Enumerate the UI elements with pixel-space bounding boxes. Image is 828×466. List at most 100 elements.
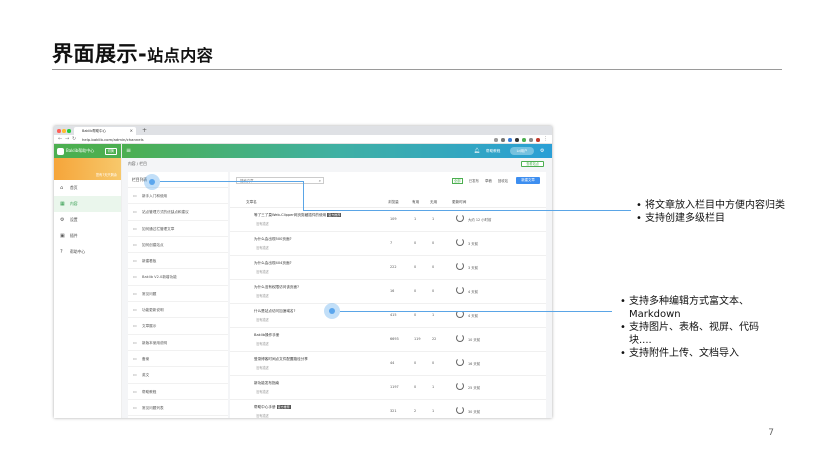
- column-item[interactable]: ▭ 帮助教程: [128, 384, 228, 400]
- filter-all[interactable]: 全部: [451, 178, 463, 184]
- browser-tab[interactable]: Baklib帮助中心 ×: [74, 127, 136, 135]
- sidebar-item-content[interactable]: ▦ 内容: [54, 196, 121, 212]
- column-item[interactable]: ▭ 如何创建站点: [128, 237, 228, 254]
- callout-item: 支持创建多级栏目: [636, 212, 812, 225]
- column-item-label: 新版本使用说明: [142, 340, 168, 345]
- loading-icon: [456, 382, 464, 390]
- column-item[interactable]: ▭ 站点管理方式的优缺点和建议: [128, 204, 228, 221]
- column-item[interactable]: ▭ 如何通过栏管理文章: [128, 221, 228, 237]
- browser-tabbar: Baklib帮助中心 × +: [54, 126, 552, 135]
- browser-menu-icon[interactable]: ⋮: [543, 135, 548, 144]
- view-site-button[interactable]: 查看站点: [521, 161, 544, 167]
- maximize-window-icon[interactable]: [67, 129, 71, 133]
- extension-icon[interactable]: [515, 138, 519, 142]
- trial-banner[interactable]: 您有7天只剩余: [54, 158, 121, 180]
- column-item[interactable]: ▭ 备案: [128, 351, 228, 368]
- sidebar-item-help[interactable]: ? 帮助中心: [54, 244, 121, 260]
- minimize-window-icon[interactable]: [62, 129, 66, 133]
- column-item[interactable]: ▭ 英文: [128, 367, 228, 384]
- profile-avatar[interactable]: [536, 138, 540, 142]
- column-item[interactable]: ▭ 新建看板: [128, 253, 228, 270]
- column-item[interactable]: ▭ 常见问题列表: [128, 400, 228, 417]
- column-item[interactable]: ▭ 文章展示: [128, 318, 228, 335]
- article-useless: 0: [432, 265, 435, 269]
- bell-icon[interactable]: 🔔︎: [474, 144, 480, 158]
- article-title[interactable]: 登录博客时间点文件配置路径分享: [254, 357, 308, 362]
- article-desc: 没有描述: [256, 246, 269, 250]
- column-item-label: 文章展示: [142, 324, 157, 329]
- article-title[interactable]: Baklib操作手册: [254, 333, 279, 338]
- table-row[interactable]: 为什么会出现404页面? 没有描述 222 0 0 3 天前: [230, 256, 546, 280]
- help-link[interactable]: 帮助教程: [486, 144, 500, 158]
- extension-icon[interactable]: [508, 138, 512, 142]
- url-input[interactable]: help.baklib.com/admin/channels: [82, 135, 144, 144]
- article-useless: 1: [432, 385, 435, 389]
- article-views: 415: [390, 313, 397, 317]
- article-useful: 119: [414, 337, 421, 341]
- column-header-views: 浏览量: [388, 200, 399, 204]
- new-article-button[interactable]: 新建文章: [516, 177, 540, 184]
- reload-icon[interactable]: ↻: [72, 135, 76, 144]
- table-row[interactable]: 帮助中心手册 官方推荐 没有描述 321 2 1 30 天前: [230, 400, 546, 418]
- table-row[interactable]: 什么是站点访问加速域名? 没有描述 415 0 1 4 天前: [230, 304, 546, 328]
- sidebar-item-settings[interactable]: ⚙ 设置: [54, 212, 121, 228]
- close-tab-icon[interactable]: ×: [130, 127, 133, 135]
- article-useless: 1: [432, 313, 435, 317]
- new-tab-icon[interactable]: +: [142, 126, 147, 135]
- search-icon[interactable]: ⌕: [319, 178, 321, 184]
- menu-icon[interactable]: ≡: [126, 144, 131, 158]
- sidebar-item-home[interactable]: ⌂ 首页: [54, 180, 121, 196]
- folder-icon: ▭: [133, 355, 137, 361]
- article-title[interactable]: 为什么会出现404页面?: [254, 261, 292, 266]
- column-item[interactable]: ▭ Baklib V2.0新增功能: [128, 269, 228, 286]
- extension-icon[interactable]: [529, 138, 533, 142]
- filter-draft[interactable]: 草稿: [485, 179, 492, 183]
- browser-tab-title: Baklib帮助中心: [82, 129, 106, 133]
- sidebar-item-label: 首页: [70, 185, 78, 190]
- sidebar-item-label: 帮助中心: [70, 249, 86, 254]
- switch-site-button[interactable]: 切换: [104, 148, 117, 155]
- user-menu[interactable]: Ld用户: [510, 147, 534, 155]
- settings-gear-icon[interactable]: ⚙: [540, 144, 544, 158]
- highlight-marker: [144, 174, 160, 190]
- table-row[interactable]: 登录博客时间点文件配置路径分享 没有描述 44 0 0 16 天前: [230, 352, 546, 376]
- article-useful: 0: [414, 385, 417, 389]
- callout-group-columns: 将文章放入栏目中方便内容归类 支持创建多级栏目: [636, 199, 812, 225]
- article-title[interactable]: 等了三了莫Web-Clipper网页剪藏插件的使用 官方推荐: [254, 213, 342, 218]
- article-views: 1197: [390, 385, 399, 389]
- article-title[interactable]: 为什么会出现500页面?: [254, 237, 292, 242]
- column-item-label: 新建看板: [142, 259, 157, 264]
- article-desc: 没有描述: [256, 414, 269, 418]
- table-row[interactable]: 新功能发布指南 没有描述 1197 0 1 25 天前: [230, 376, 546, 400]
- extension-icon[interactable]: [522, 138, 526, 142]
- column-item[interactable]: ▭ 功能更新说明: [128, 302, 228, 319]
- table-row[interactable]: 等了三了莫Web-Clipper网页剪藏插件的使用 官方推荐 没有描述 109 1…: [230, 208, 546, 232]
- column-item[interactable]: ▭ 新版本使用说明: [128, 335, 228, 351]
- extension-icon[interactable]: [501, 138, 505, 142]
- filter-published[interactable]: 已发布: [469, 179, 479, 183]
- folder-icon: ▭: [133, 225, 137, 231]
- sidebar: Baklib帮助中心 切换 您有7天只剩余 ⌂ 首页 ▦ 内容 ⚙ 设置 ▣ 插…: [54, 144, 122, 418]
- table-row[interactable]: 为什么会出现500页面? 没有描述 7 0 0 3 天前: [230, 232, 546, 256]
- back-icon[interactable]: ←: [58, 135, 62, 144]
- article-views: 222: [390, 265, 397, 269]
- table-row[interactable]: 为什么没有权限访问该页面? 没有描述 16 0 0 4 天前: [230, 280, 546, 304]
- close-window-icon[interactable]: [57, 129, 61, 133]
- article-useless: 22: [432, 337, 437, 341]
- article-title[interactable]: 为什么没有权限访问该页面?: [254, 285, 299, 290]
- table-row[interactable]: Baklib操作手册 没有描述 6693 119 22 10 天前: [230, 328, 546, 352]
- article-useful: 0: [414, 313, 417, 317]
- article-useless: 0: [432, 241, 435, 245]
- forward-icon[interactable]: →: [65, 135, 69, 144]
- article-title[interactable]: 什么是站点访问加速域名?: [254, 309, 295, 314]
- extension-icon[interactable]: [494, 138, 498, 142]
- folder-icon: ▭: [133, 209, 137, 215]
- filter-trash[interactable]: 回收站: [498, 179, 508, 183]
- column-item[interactable]: ▭ 常见问题: [128, 286, 228, 303]
- article-title[interactable]: 帮助中心手册 官方推荐: [254, 405, 291, 410]
- column-item-label: 新手入门和使用: [142, 194, 168, 198]
- loading-icon: [456, 406, 464, 414]
- column-item[interactable]: ▭ 新手入门和使用: [128, 188, 228, 205]
- article-title[interactable]: 新功能发布指南: [254, 381, 279, 386]
- sidebar-item-plugins[interactable]: ▣ 插件: [54, 228, 121, 244]
